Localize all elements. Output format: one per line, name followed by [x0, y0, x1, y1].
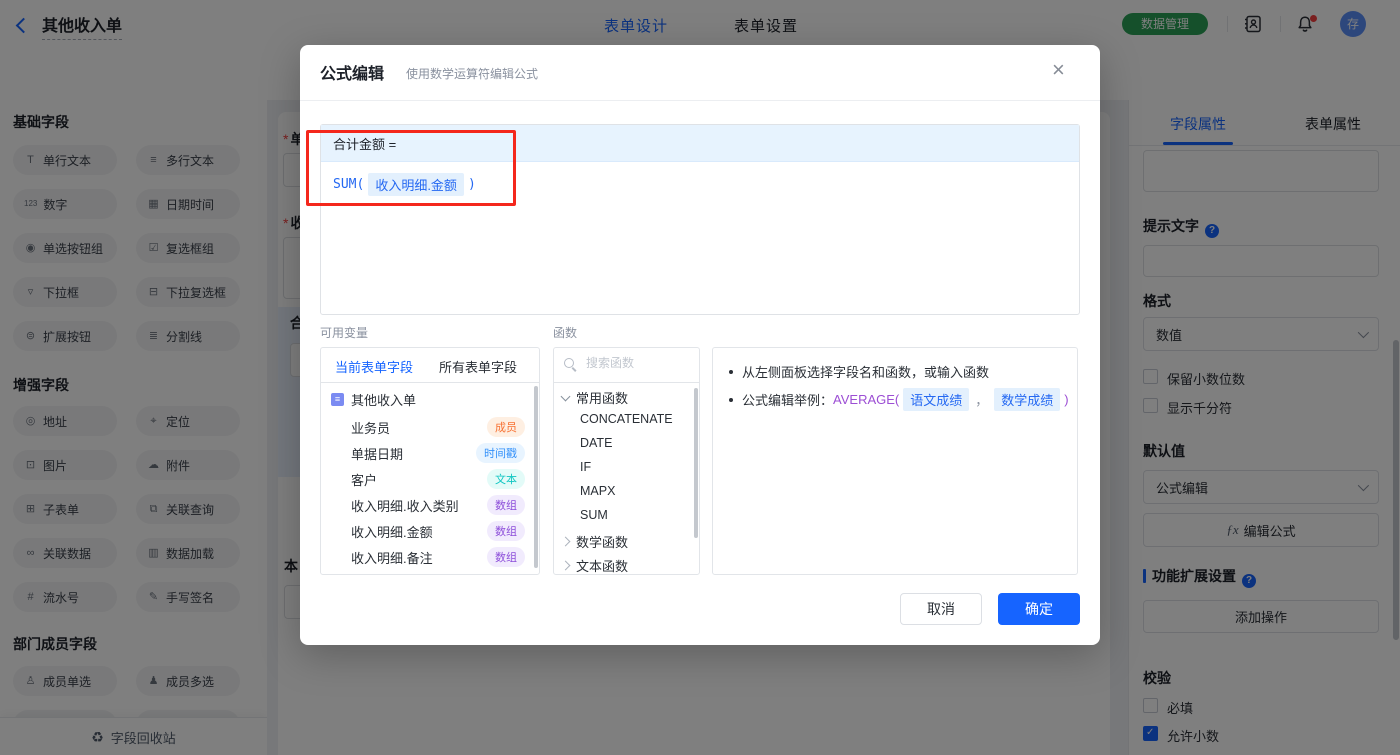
- functions-panel: 常用函数 CONCATENATE DATE IF MAPX SUM 数学函数 文…: [553, 347, 700, 575]
- bullet-icon: [729, 397, 733, 402]
- type-badge: 数组: [487, 521, 525, 541]
- variable-row[interactable]: 业务员 成员: [351, 416, 525, 438]
- variables-label: 可用变量: [320, 326, 369, 340]
- scrollbar-thumb[interactable]: [534, 386, 538, 568]
- type-badge: 时间戳: [476, 443, 525, 463]
- search-icon: [564, 358, 577, 371]
- tab-current-form-fields[interactable]: 当前表单字段: [335, 357, 413, 376]
- function-item[interactable]: DATE: [580, 436, 612, 450]
- confirm-button[interactable]: 确定: [998, 593, 1080, 625]
- hints-panel: 从左侧面板选择字段名和函数，或输入函数 公式编辑举例： AVERAGE( 语文成…: [712, 347, 1078, 575]
- function-group-math[interactable]: 数学函数: [560, 532, 628, 551]
- function-item[interactable]: MAPX: [580, 484, 615, 498]
- close-icon[interactable]: ×: [1052, 57, 1065, 83]
- modal-subtitle: 使用数学运算符编辑公式: [406, 67, 539, 81]
- example-field-chip: 语文成绩: [903, 388, 970, 411]
- variable-row[interactable]: 单据日期 时间戳: [351, 442, 525, 464]
- scrollbar-thumb[interactable]: [694, 388, 698, 538]
- document-icon: ≡: [331, 393, 344, 406]
- annotation-highlight-box: [306, 130, 516, 206]
- function-search-input[interactable]: [584, 355, 693, 371]
- function-item[interactable]: SUM: [580, 508, 608, 522]
- modal-header-divider: [300, 100, 1100, 101]
- function-group-text[interactable]: 文本函数: [560, 556, 628, 575]
- type-badge: 成员: [487, 417, 525, 437]
- function-item[interactable]: CONCATENATE: [580, 412, 673, 426]
- function-group-common[interactable]: 常用函数: [560, 388, 628, 407]
- chevron-down-icon: [560, 391, 571, 401]
- type-badge: 数组: [487, 495, 525, 515]
- variable-row[interactable]: 收入明细.收入类别 数组: [351, 494, 525, 516]
- chevron-right-icon: [560, 536, 571, 547]
- variables-tabs: 当前表单字段 所有表单字段: [321, 348, 539, 383]
- function-search-row: [554, 348, 699, 383]
- hint-line-1: 从左侧面板选择字段名和函数，或输入函数: [729, 362, 989, 381]
- functions-label: 函数: [553, 326, 578, 340]
- variables-panel: 当前表单字段 所有表单字段 ≡ 其他收入单 业务员 成员 单据日期 时间戳 客户 文本…: [320, 347, 540, 575]
- cancel-button[interactable]: 取消: [900, 593, 982, 625]
- app-root: 其他收入单 表单设计 表单设置 数据管理 存 ⊘ 表单外链 ⧉ 后端脚本 ▦ 数…: [0, 0, 1400, 755]
- type-badge: 数组: [487, 547, 525, 567]
- variable-row[interactable]: 收入明细.备注 数组: [351, 546, 525, 568]
- bullet-icon: [729, 369, 733, 374]
- modal-title: 公式编辑: [320, 66, 385, 83]
- variable-row[interactable]: 客户 文本: [351, 468, 525, 490]
- example-function-name: AVERAGE(: [833, 392, 900, 407]
- tree-root-form[interactable]: ≡ 其他收入单: [331, 390, 416, 409]
- tab-all-form-fields[interactable]: 所有表单字段: [439, 357, 517, 376]
- function-item[interactable]: IF: [580, 460, 591, 474]
- example-field-chip: 数学成绩: [994, 388, 1061, 411]
- hint-line-2: 公式编辑举例： AVERAGE( 语文成绩 ， 数学成绩 ): [729, 388, 1069, 411]
- variable-row[interactable]: 收入明细.金额 数组: [351, 520, 525, 542]
- chevron-right-icon: [560, 560, 571, 571]
- type-badge: 文本: [487, 469, 525, 489]
